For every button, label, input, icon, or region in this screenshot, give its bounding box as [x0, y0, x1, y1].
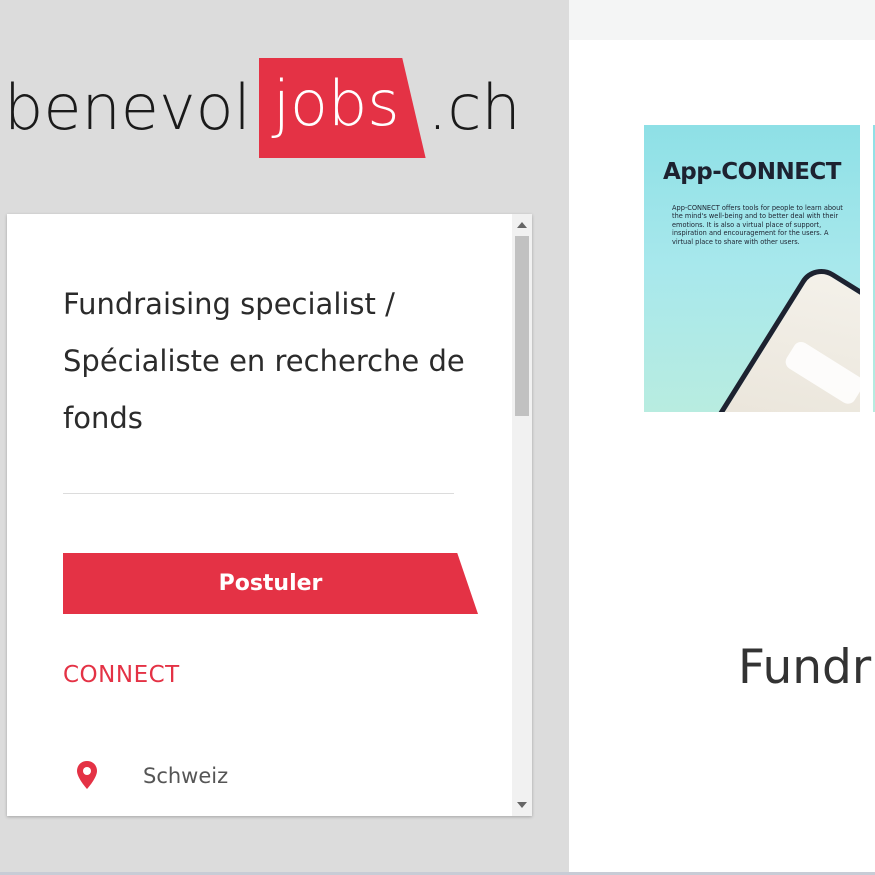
benevoljobs-logo[interactable]: benevol jobs .ch: [4, 58, 521, 158]
location-label: Schweiz: [143, 764, 229, 788]
phone-illustration: [697, 259, 860, 412]
app-connect-promo-image: App-CONNECT App-CONNECT offers tools for…: [644, 125, 860, 412]
top-strip: [569, 0, 875, 40]
location-pin-icon: [75, 760, 99, 792]
job-title: Fundraising specialist / Spécialiste en …: [63, 287, 465, 435]
job-card: Fundraising specialist / Spécialiste en …: [7, 214, 532, 816]
promo-title: App-CONNECT: [663, 159, 841, 185]
logo-text-ch: .ch: [427, 71, 521, 144]
job-sidebar: benevol jobs .ch Fundraising specialist …: [0, 0, 569, 875]
scroll-thumb[interactable]: [515, 236, 529, 416]
company-link[interactable]: CONNECT: [63, 662, 180, 688]
promo-text: App-CONNECT offers tools for people to l…: [672, 204, 843, 246]
phone-screen-card: [782, 338, 860, 407]
scroll-up-icon[interactable]: [517, 222, 527, 228]
logo-text-jobs: jobs: [258, 58, 426, 158]
card-scrollbar[interactable]: [512, 214, 532, 816]
apply-button[interactable]: Postuler: [63, 553, 478, 614]
page: benevol jobs .ch Fundraising specialist …: [0, 0, 875, 875]
location-row: Schweiz: [75, 760, 228, 792]
job-heading: Fundr: [738, 640, 872, 695]
job-detail-panel: App-CONNECT App-CONNECT offers tools for…: [569, 40, 875, 875]
divider: [63, 493, 454, 494]
logo-text-benevol: benevol: [4, 71, 251, 144]
scroll-down-icon[interactable]: [517, 802, 527, 808]
